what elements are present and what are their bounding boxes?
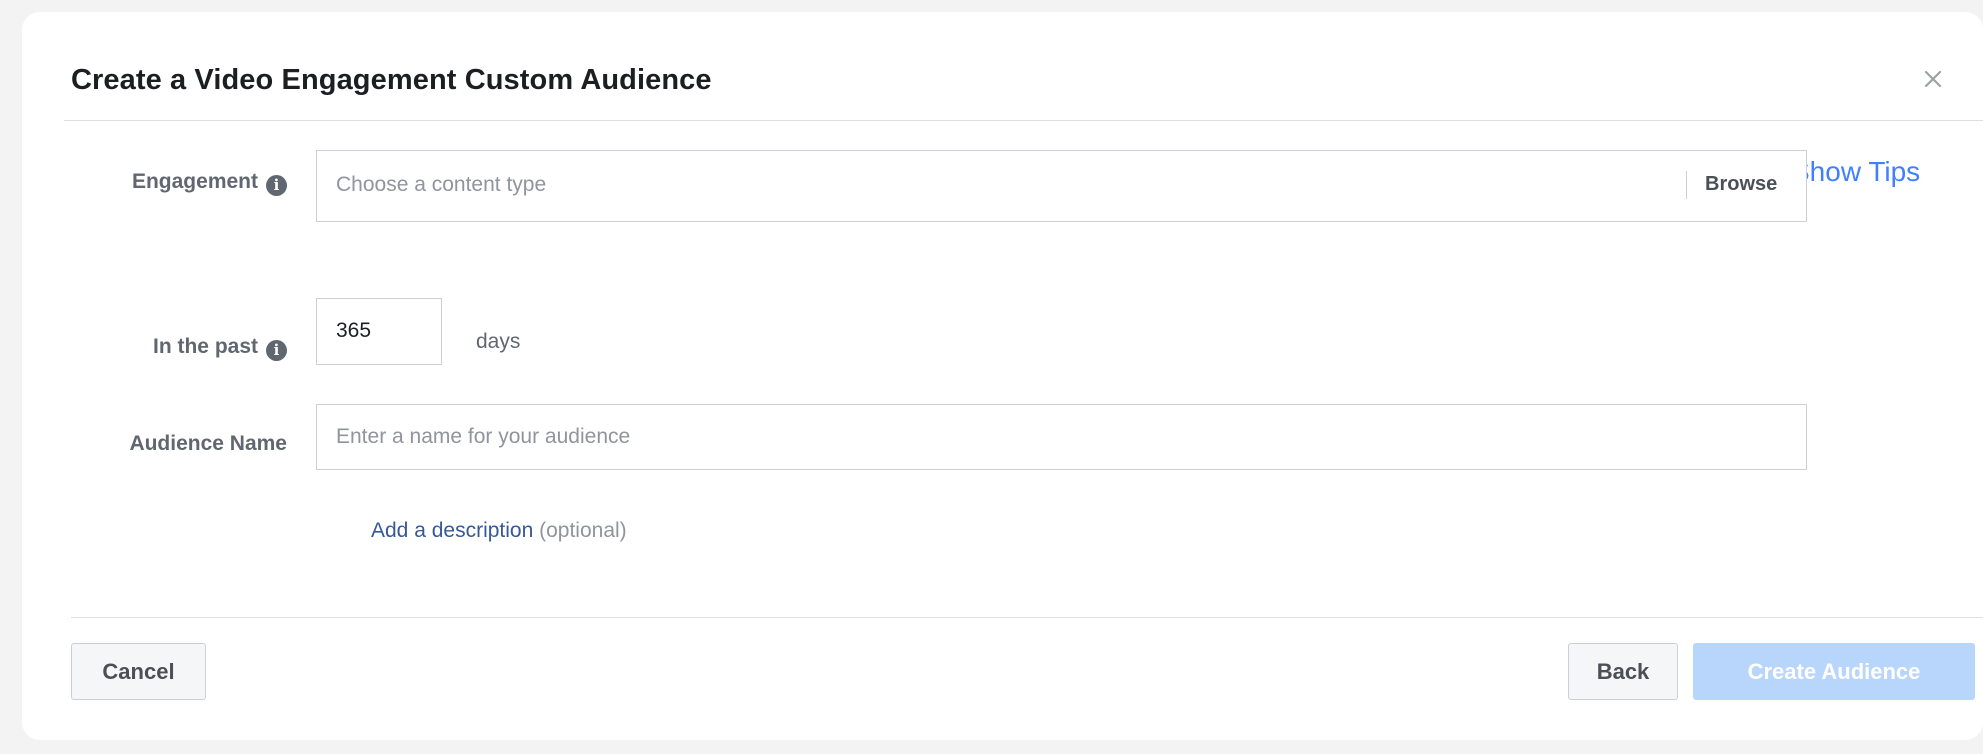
engagement-label: Engagement i	[112, 170, 287, 196]
cancel-button[interactable]: Cancel	[71, 643, 206, 700]
create-audience-button[interactable]: Create Audience	[1693, 643, 1975, 700]
back-button[interactable]: Back	[1568, 643, 1678, 700]
audience-name-input[interactable]: Enter a name for your audience	[316, 404, 1807, 470]
optional-note: (optional)	[539, 519, 627, 542]
close-icon[interactable]	[1918, 64, 1948, 94]
retention-days-input[interactable]: 365	[316, 298, 442, 365]
add-description: Add a description (optional)	[371, 519, 627, 543]
in-the-past-label: In the past i	[112, 335, 287, 361]
show-tips-label: Show Tips	[1791, 156, 1921, 187]
info-icon[interactable]: i	[266, 340, 287, 361]
add-description-link[interactable]: Add a description	[371, 519, 533, 542]
footer-divider	[71, 617, 1983, 618]
dialog-title: Create a Video Engagement Custom Audienc…	[71, 64, 712, 96]
engagement-label-text: Engagement	[131, 170, 258, 193]
info-icon[interactable]: i	[266, 175, 287, 196]
days-unit-label: days	[476, 330, 521, 353]
engagement-placeholder: Choose a content type	[336, 173, 547, 196]
audience-name-placeholder: Enter a name for your audience	[336, 425, 631, 448]
create-audience-dialog: Create a Video Engagement Custom Audienc…	[22, 12, 1983, 740]
header-divider	[64, 120, 1983, 121]
engagement-field[interactable]: Choose a content type Browse	[316, 150, 1807, 222]
audience-name-label: Audience Name	[129, 432, 287, 455]
browse-button[interactable]: Browse	[1705, 173, 1777, 196]
browse-divider	[1686, 171, 1687, 199]
retention-days-value: 365	[336, 319, 372, 342]
in-the-past-label-text: In the past	[152, 335, 258, 358]
